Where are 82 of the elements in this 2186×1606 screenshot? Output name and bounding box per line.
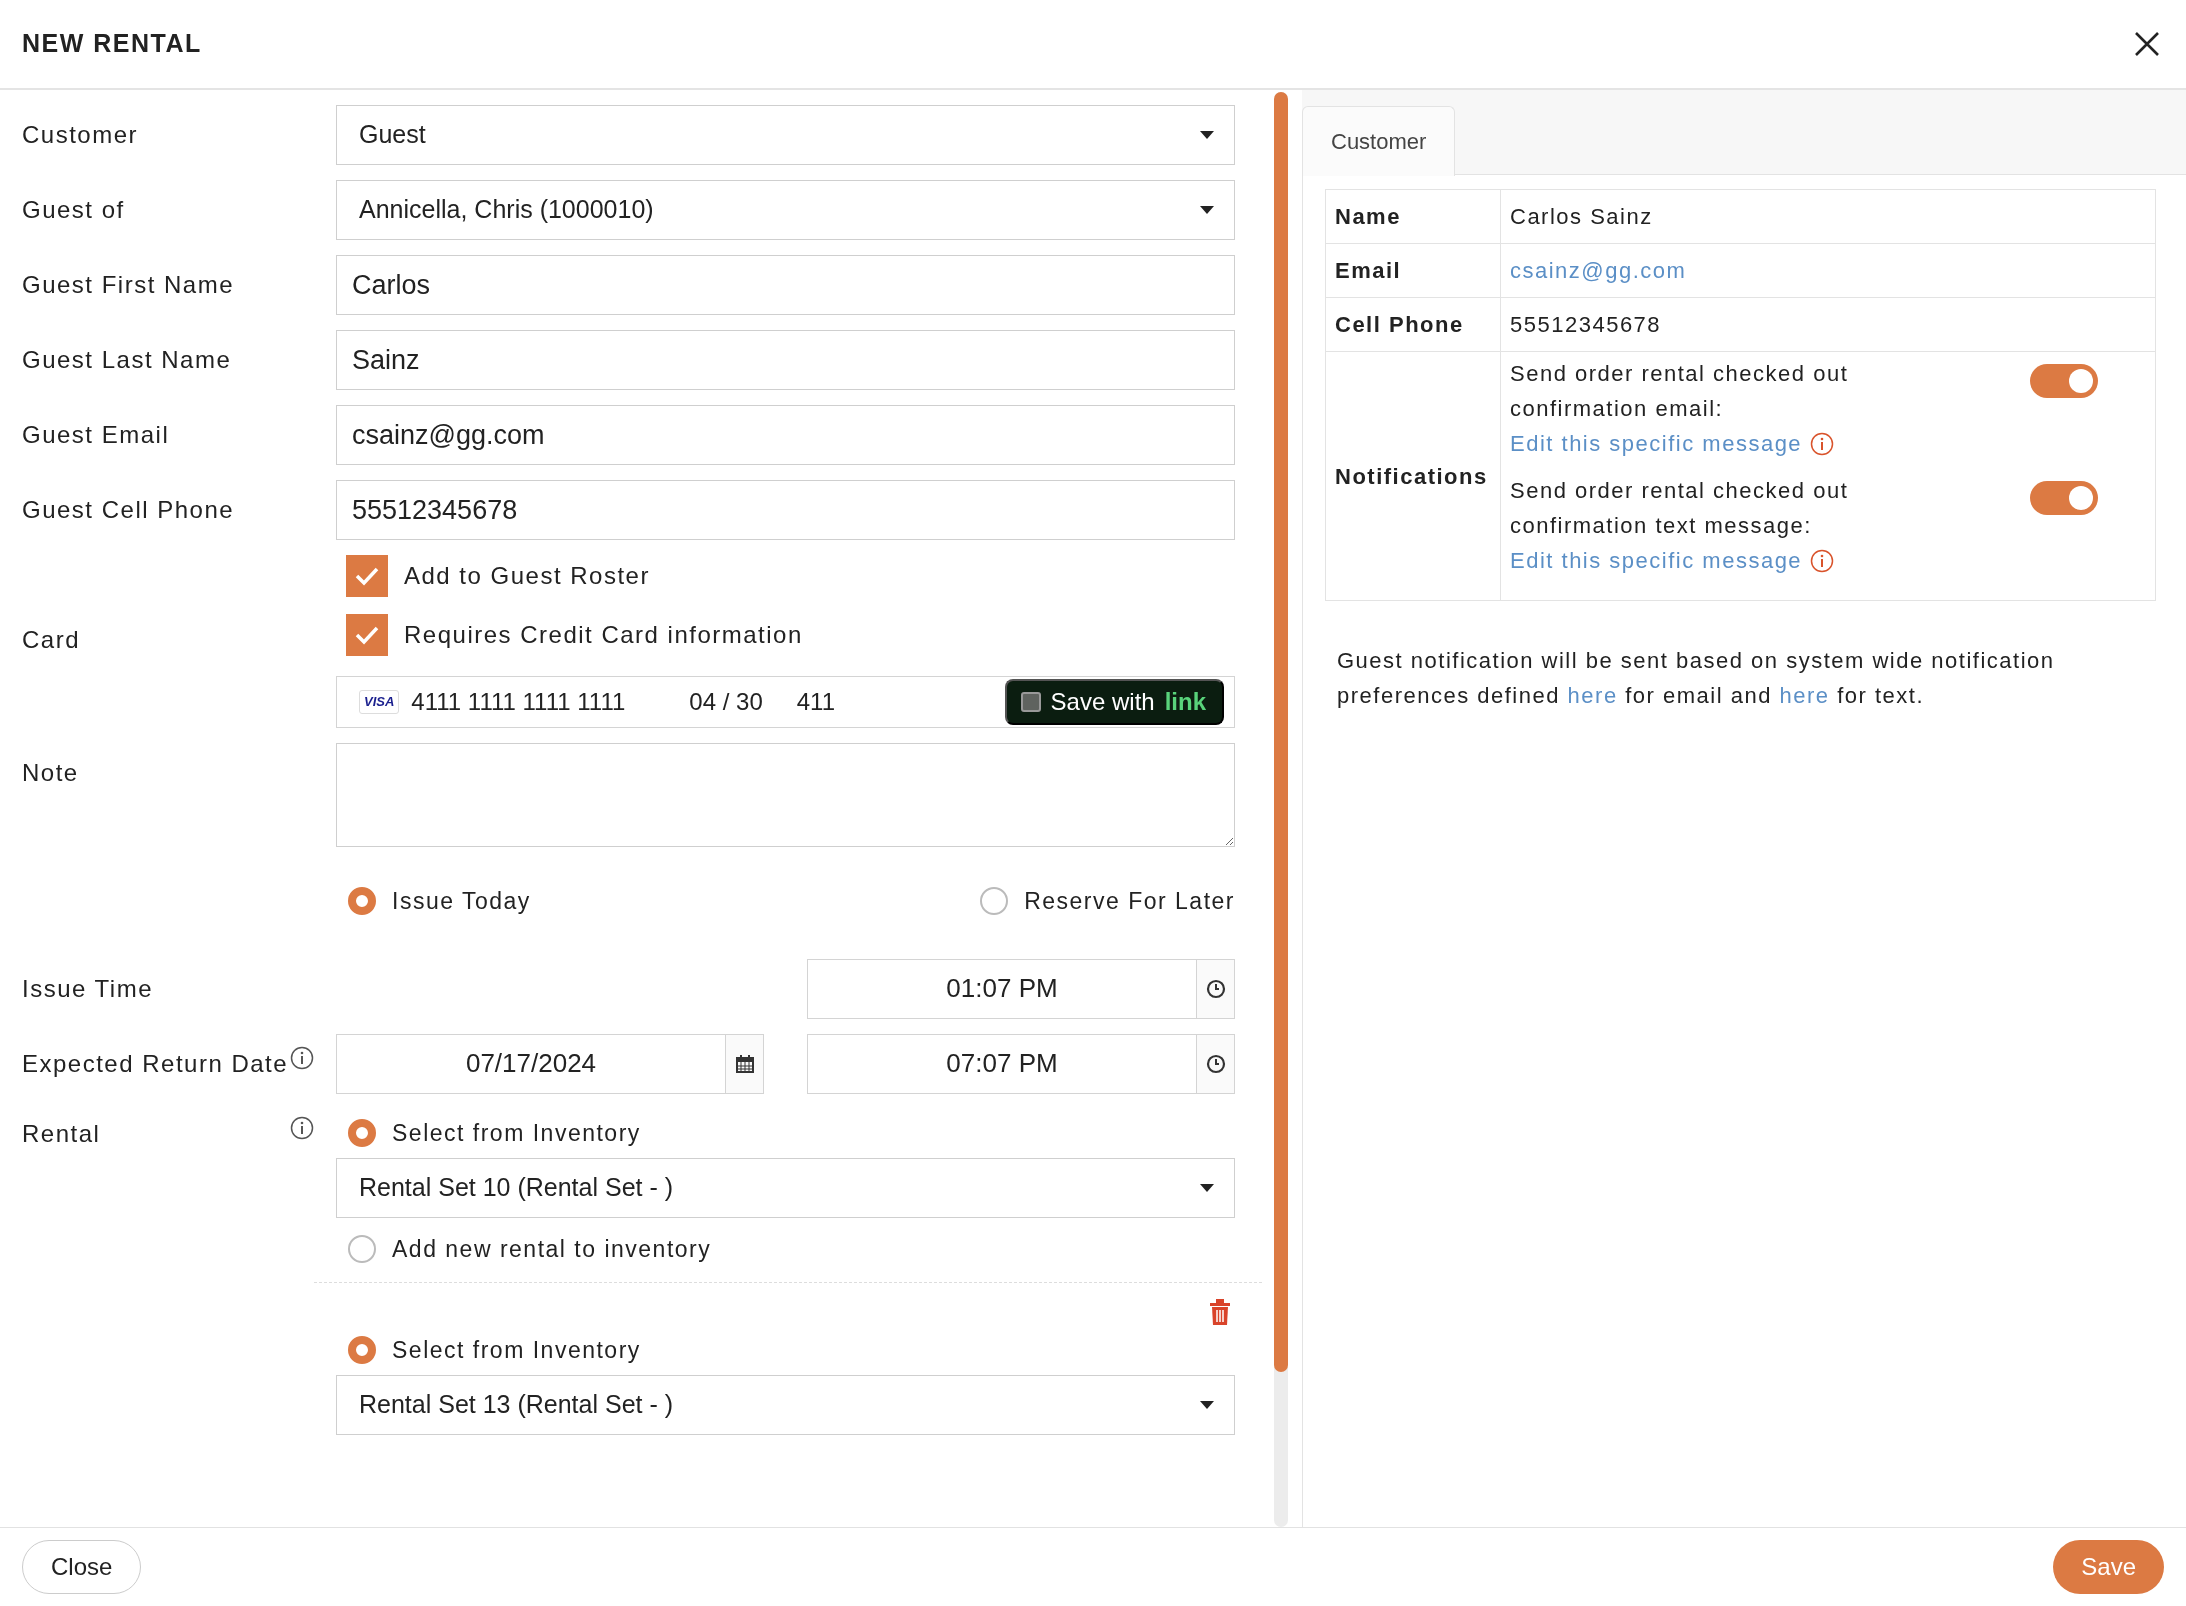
radio-label: Add new rental to inventory xyxy=(392,1235,712,1264)
caret-icon xyxy=(1200,1401,1214,1409)
field-label: Issue Time xyxy=(22,973,154,1004)
tab[interactable]: Customer xyxy=(1302,105,1456,176)
radio-button[interactable] xyxy=(348,1335,376,1364)
dropdown[interactable]: Rental Set 10 (Rental Set - ) xyxy=(336,1158,1235,1218)
caret-icon xyxy=(1200,131,1214,139)
checkbox[interactable] xyxy=(1020,692,1041,712)
input-field[interactable]: csainz@gg.com xyxy=(336,405,1235,465)
date-field[interactable]: 07/17/2024 xyxy=(336,1033,764,1094)
dropdown-value: Rental Set 13 (Rental Set - ) xyxy=(359,1389,674,1421)
note-field[interactable] xyxy=(336,743,1235,847)
dropdown-value: Rental Set 10 (Rental Set - ) xyxy=(359,1172,674,1204)
checkbox[interactable] xyxy=(346,555,388,597)
radio-button[interactable] xyxy=(348,1118,376,1147)
card-brand: VISA xyxy=(359,690,400,714)
radio-label: Reserve For Later xyxy=(1024,887,1235,916)
field-label: Expected Return Date xyxy=(22,1048,289,1079)
dropdown-value: Annicella, Chris (1000010) xyxy=(359,194,654,226)
save-with-link-button[interactable]: Save with link xyxy=(1004,679,1224,725)
field-label: Rental xyxy=(22,1118,101,1149)
caret-icon xyxy=(1200,1184,1214,1192)
save-label: Save with xyxy=(1050,687,1155,717)
field-label: Guest Last Name xyxy=(22,345,232,375)
card-number: 4111 1111 1111 1111 xyxy=(411,687,626,717)
notification-text: Send order rental checked out confirmation text message: xyxy=(1510,477,1850,540)
toggle-switch[interactable] xyxy=(2030,364,2098,398)
dropdown[interactable]: Guest xyxy=(336,105,1235,165)
calendar-icon xyxy=(734,1053,755,1074)
toggle-switch[interactable] xyxy=(2030,481,2098,515)
field-label: Card xyxy=(22,625,81,655)
field-label: Guest Email xyxy=(22,420,170,450)
close-button[interactable]: Close xyxy=(22,1540,142,1594)
caret-icon xyxy=(1200,206,1214,214)
radio-option[interactable]: Select from Inventory xyxy=(336,1332,641,1367)
table-cell: Notifications xyxy=(1325,351,1501,601)
field-label: Guest Cell Phone xyxy=(22,495,235,525)
table-cell: Carlos Sainz xyxy=(1500,189,2156,244)
clock-icon xyxy=(1205,978,1226,999)
radio-label: Select from Inventory xyxy=(392,1335,641,1365)
trash-icon xyxy=(1209,1298,1231,1325)
radio-button[interactable] xyxy=(980,887,1009,916)
table-cell: Cell Phone xyxy=(1325,297,1501,352)
input-field[interactable]: Carlos xyxy=(336,255,1235,315)
clock-icon xyxy=(1205,1053,1226,1074)
brand-label: link xyxy=(1164,687,1206,717)
card-cvc: 411 xyxy=(796,687,835,717)
table-cell: Email xyxy=(1325,243,1501,298)
table-cell: 55512345678 xyxy=(1500,297,2156,352)
radio-label: Issue Today xyxy=(392,887,531,916)
info-icon xyxy=(1810,431,1835,456)
radio-button[interactable] xyxy=(348,887,376,916)
field-label: Guest of xyxy=(22,195,125,225)
time-field[interactable]: 01:07 PM xyxy=(807,958,1235,1019)
radio-button[interactable] xyxy=(348,1235,376,1264)
time-field[interactable]: 07:07 PM xyxy=(807,1033,1235,1094)
checkmark-icon xyxy=(355,625,379,645)
dropdown[interactable]: Rental Set 13 (Rental Set - ) xyxy=(336,1375,1235,1435)
radio-option[interactable]: Select from Inventory xyxy=(336,1115,641,1150)
dropdown-value: Guest xyxy=(359,119,426,151)
close-icon xyxy=(2134,31,2160,57)
card-field[interactable]: VISA 4111 1111 1111 1111 04 / 30 411 Save with link xyxy=(336,676,1235,728)
checkbox-label: Add to Guest Roster xyxy=(404,561,650,591)
input-field[interactable]: Sainz xyxy=(336,330,1235,390)
checkmark-icon xyxy=(355,566,379,586)
input-field[interactable]: 55512345678 xyxy=(336,480,1235,540)
radio-option[interactable]: Issue Today xyxy=(336,884,806,919)
modal-title: NEW RENTAL xyxy=(22,28,202,60)
info-icon xyxy=(1810,548,1835,573)
checkbox[interactable] xyxy=(346,614,388,656)
card-expiry: 04 / 30 xyxy=(689,687,763,717)
checkbox-label: Requires Credit Card information xyxy=(404,620,803,650)
field-label: Note xyxy=(22,758,79,788)
field-label: Guest First Name xyxy=(22,270,235,300)
field-label: Customer xyxy=(22,120,139,150)
table-cell: Name xyxy=(1325,189,1501,244)
dropdown[interactable]: Annicella, Chris (1000010) xyxy=(336,180,1235,240)
radio-label: Select from Inventory xyxy=(392,1118,641,1148)
notification-text: Send order rental checked out confirmation email: xyxy=(1510,360,1850,423)
radio-option[interactable]: Reserve For Later xyxy=(968,884,1235,919)
notification-note: Guest notification will be sent based on system wide notification preferences defined here for email and here for text. xyxy=(1337,647,2056,710)
radio-option[interactable]: Add new rental to inventory xyxy=(336,1232,712,1267)
